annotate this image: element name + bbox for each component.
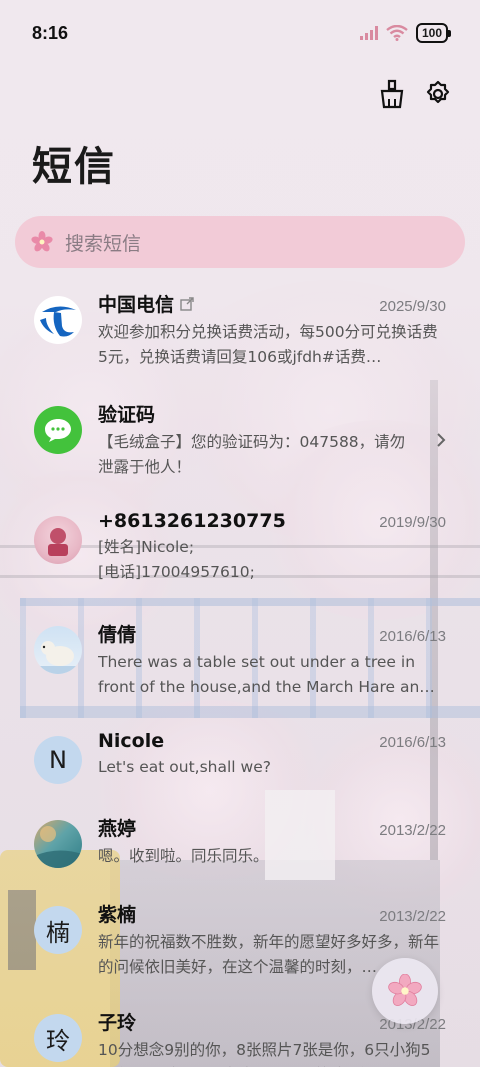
polar-bear-avatar: [34, 626, 82, 674]
settings-button[interactable]: [422, 78, 454, 110]
search-bar[interactable]: 搜索短信: [15, 216, 465, 268]
message-preview: [姓名]Nicole; [电话]17004957610;: [98, 538, 255, 581]
china-telecom-avatar: [34, 296, 82, 344]
status-icons: 100: [359, 23, 452, 43]
contact-name: Nicole: [98, 730, 165, 752]
gear-icon: [426, 80, 450, 104]
conversation-item[interactable]: +8613261230775 2019/9/30 [姓名]Nicole; [电话…: [0, 510, 480, 620]
conversation-item[interactable]: 燕婷 2013/2/22 嗯。收到啦。同乐同乐。: [0, 814, 480, 900]
external-link-icon: [180, 296, 194, 311]
letter-avatar: N: [34, 736, 82, 784]
letter-avatar: 楠: [34, 906, 82, 954]
contact-name: 倩倩: [98, 624, 137, 646]
message-date: 2016/6/13: [379, 628, 446, 645]
chevron-right-icon[interactable]: [436, 432, 446, 448]
search-placeholder: 搜索短信: [65, 232, 142, 255]
wifi-icon: [386, 25, 408, 41]
verification-avatar: [34, 406, 82, 454]
conversation-item[interactable]: N Nicole 2016/6/13 Let's eat out,shall w…: [0, 730, 480, 814]
contact-name: 中国电信: [98, 294, 175, 316]
message-date: 2016/6/13: [379, 734, 446, 751]
status-bar: 8:16 100: [0, 0, 480, 66]
message-preview: 嗯。收到啦。同乐同乐。: [98, 847, 269, 865]
china-telecom-logo: [36, 298, 80, 342]
message-preview: 【毛绒盒子】您的验证码为：047588，请勿泄露于他人！: [98, 433, 406, 476]
message-date: 2013/2/22: [379, 822, 446, 839]
contact-name: +8613261230775: [98, 510, 286, 532]
letter-avatar: 玲: [34, 1014, 82, 1062]
sakura-icon: [31, 231, 53, 252]
anime-photo: [48, 528, 68, 556]
contact-name: 验证码: [98, 404, 156, 426]
anime-photo-avatar: [34, 516, 82, 564]
landscape-photo-avatar: [34, 820, 82, 868]
clean-button[interactable]: [376, 78, 408, 110]
sakura-compose-icon: [388, 974, 422, 1006]
toolbar: [0, 66, 480, 122]
conversation-item[interactable]: 验证码 【毛绒盒子】您的验证码为：047588，请勿泄露于他人！: [0, 400, 480, 510]
conversation-item[interactable]: 倩倩 2016/6/13 There was a table set out u…: [0, 620, 480, 730]
message-preview: 10分想念9别的你，8张照片7张是你，6只小狗5只像你，4根骨头3根归你，2爪养…: [98, 1041, 431, 1067]
sms-bubble-icon: [45, 419, 71, 442]
broom-icon: [380, 79, 404, 109]
compose-button[interactable]: [372, 958, 438, 1024]
contact-name: 燕婷: [98, 818, 137, 840]
landscape-photo: [34, 826, 82, 868]
contact-name: 紫楠: [98, 904, 137, 926]
conversation-list: 中国电信 2025/9/30 欢迎参加积分兑换话费活动，每500分可兑换话费5元…: [0, 290, 480, 1067]
message-preview: Let's eat out,shall we?: [98, 758, 271, 776]
contact-name: 子玲: [98, 1012, 137, 1034]
page-title: 短信: [32, 144, 116, 190]
message-date: 2013/2/22: [379, 908, 446, 925]
conversation-item[interactable]: 中国电信 2025/9/30 欢迎参加积分兑换话费活动，每500分可兑换话费5元…: [0, 290, 480, 376]
signal-icon: [359, 26, 378, 40]
battery-indicator: 100: [415, 23, 452, 43]
message-date: 2025/9/30: [379, 298, 446, 315]
polar-bear-photo: [34, 641, 82, 674]
status-time: 8:16: [32, 22, 69, 43]
message-date: 2019/9/30: [379, 514, 446, 531]
message-preview: There was a table set out under a tree i…: [98, 653, 435, 696]
message-preview: 欢迎参加积分兑换话费活动，每500分可兑换话费5元，兑换话费请回复106或jfd…: [98, 323, 438, 366]
